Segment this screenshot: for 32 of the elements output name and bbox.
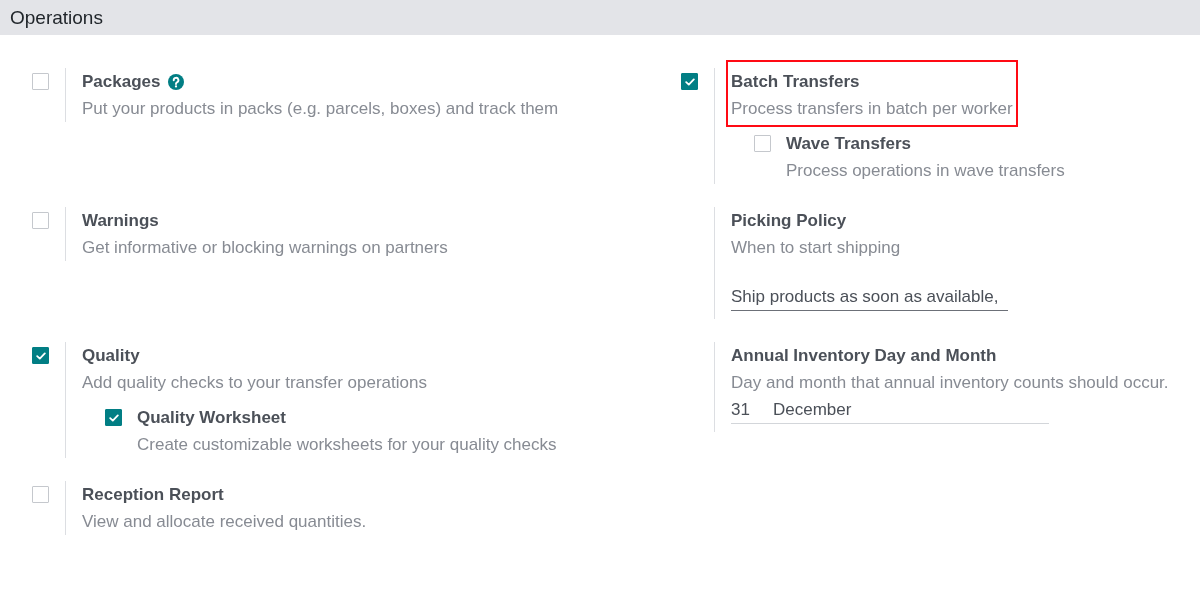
number-field[interactable]: 31 [731,397,773,424]
setting-title: Quality [82,345,140,367]
check-icon [35,351,46,360]
section-title: Operations [10,5,103,30]
setting-description: Process operations in wave transfers [786,160,1065,182]
checkbox[interactable] [754,135,771,152]
select-field[interactable]: Ship products as soon as available, [731,284,1009,311]
setting-description: Add quality checks to your transfer operations [82,372,427,394]
setting-title: Picking Policy [731,210,847,232]
checkbox[interactable] [32,73,49,90]
setting-description: When to start shipping [731,237,901,259]
setting-title: Batch Transfers [731,71,860,93]
setting-description: Get informative or blocking warnings on partners [82,237,448,259]
setting-title: Quality Worksheet [137,407,286,429]
checkbox[interactable] [105,409,122,426]
setting-title: Packages [82,71,161,93]
setting-title: Reception Report [82,484,224,506]
setting-title: Warnings [82,210,159,232]
check-icon [684,77,695,86]
setting-title: Wave Transfers [786,133,912,155]
setting-description: Put your products in packs (e.g. parcels, boxes) and track them [82,98,559,120]
setting-description: Day and month that annual inventory counts should occur. [731,372,1169,394]
setting-description: View and allocate received quantities. [82,511,367,533]
checkbox[interactable] [32,486,49,503]
checkbox[interactable] [681,73,698,90]
checkbox[interactable] [32,212,49,229]
checkbox[interactable] [32,347,49,364]
check-icon [108,413,119,422]
select-field[interactable]: December [773,397,1049,424]
setting-title: Annual Inventory Day and Month [731,345,997,367]
setting-description: Process transfers in batch per worker [731,98,1013,120]
setting-description: Create customizable worksheets for your quality checks [137,434,557,456]
